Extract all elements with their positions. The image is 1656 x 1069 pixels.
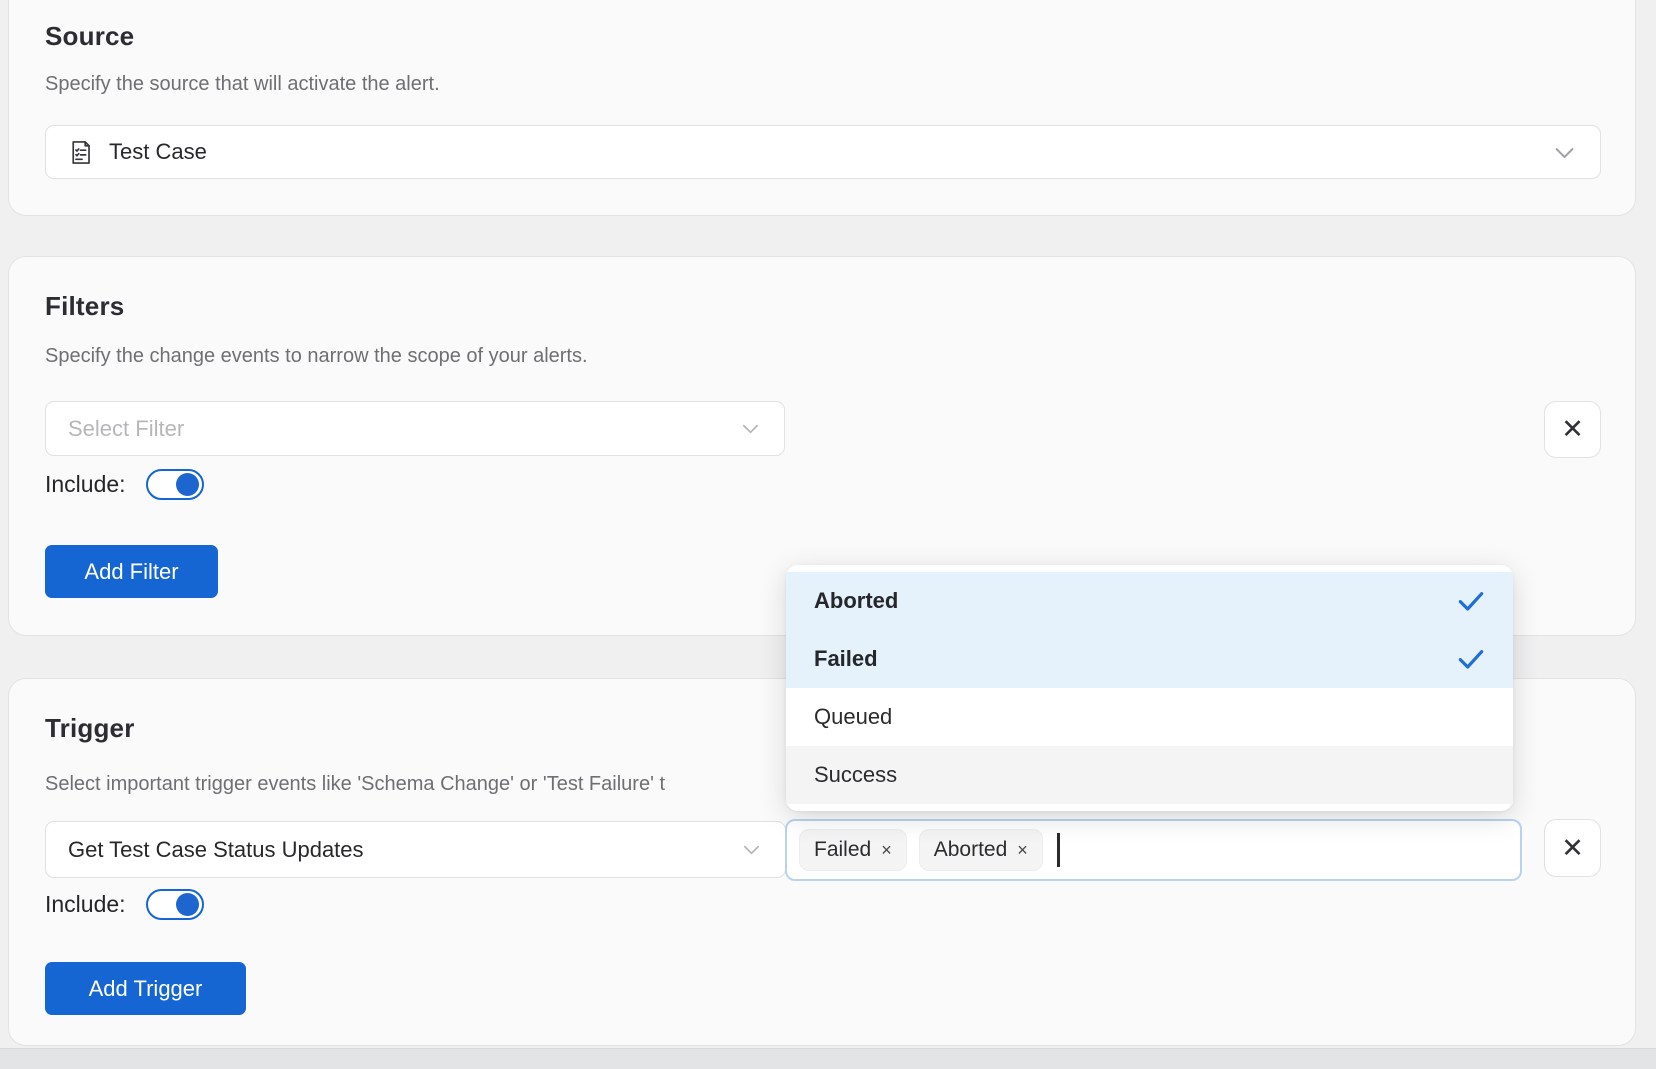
- dropdown-option-failed[interactable]: Failed: [786, 630, 1513, 688]
- source-section-title: Source: [45, 21, 134, 52]
- toggle-knob: [176, 893, 199, 916]
- remove-trigger-button[interactable]: ✕: [1544, 819, 1601, 877]
- add-filter-button-label: Add Filter: [84, 559, 178, 585]
- remove-filter-button[interactable]: ✕: [1544, 401, 1601, 458]
- dropdown-option-queued[interactable]: Queued: [786, 688, 1513, 746]
- source-section-description: Specify the source that will activate th…: [45, 73, 440, 96]
- test-case-document-icon: [68, 139, 93, 166]
- chevron-down-icon: [740, 838, 763, 861]
- option-label: Failed: [814, 646, 878, 672]
- chevron-down-icon: [1551, 139, 1578, 166]
- selected-status-chip: Aborted ×: [919, 829, 1043, 871]
- source-select[interactable]: Test Case: [45, 125, 1601, 179]
- trigger-include-row: Include:: [45, 889, 204, 920]
- add-trigger-button-label: Add Trigger: [89, 976, 203, 1002]
- chevron-down-icon: [739, 417, 762, 440]
- close-icon: ✕: [1561, 414, 1584, 445]
- source-section-card: Source Specify the source that will acti…: [8, 0, 1636, 216]
- chip-remove-icon[interactable]: ×: [1017, 840, 1028, 861]
- trigger-section-description: Select important trigger events like 'Sc…: [45, 773, 665, 796]
- filters-include-toggle[interactable]: [146, 469, 204, 500]
- close-icon: ✕: [1561, 833, 1584, 864]
- filters-section-description: Specify the change events to narrow the …: [45, 345, 588, 368]
- status-options-dropdown: Aborted Failed Queued Success: [786, 565, 1513, 811]
- page-bottom-band: [0, 1048, 1656, 1069]
- option-label: Queued: [814, 704, 892, 730]
- selected-status-chip: Failed ×: [799, 829, 907, 871]
- dropdown-option-aborted[interactable]: Aborted: [786, 572, 1513, 630]
- filters-include-row: Include:: [45, 469, 204, 500]
- chip-label: Failed: [814, 838, 871, 862]
- trigger-include-label: Include:: [45, 891, 126, 918]
- option-label: Aborted: [814, 588, 898, 614]
- text-cursor: [1057, 833, 1060, 867]
- check-icon: [1455, 643, 1487, 675]
- option-label: Success: [814, 762, 897, 788]
- chip-label: Aborted: [934, 838, 1008, 862]
- toggle-knob: [176, 473, 199, 496]
- dropdown-option-success[interactable]: Success: [786, 746, 1513, 804]
- filter-select[interactable]: Select Filter: [45, 401, 785, 456]
- check-icon: [1455, 585, 1487, 617]
- filters-section-title: Filters: [45, 291, 124, 322]
- source-select-value: Test Case: [109, 139, 207, 165]
- filter-select-placeholder: Select Filter: [68, 416, 184, 442]
- trigger-status-multiselect-input[interactable]: Failed × Aborted ×: [785, 819, 1522, 881]
- trigger-include-toggle[interactable]: [146, 889, 204, 920]
- filters-include-label: Include:: [45, 471, 126, 498]
- trigger-section-title: Trigger: [45, 713, 135, 744]
- add-filter-button[interactable]: Add Filter: [45, 545, 218, 598]
- trigger-select-value: Get Test Case Status Updates: [68, 837, 364, 863]
- chip-remove-icon[interactable]: ×: [881, 840, 892, 861]
- trigger-select[interactable]: Get Test Case Status Updates: [45, 821, 786, 878]
- add-trigger-button[interactable]: Add Trigger: [45, 962, 246, 1015]
